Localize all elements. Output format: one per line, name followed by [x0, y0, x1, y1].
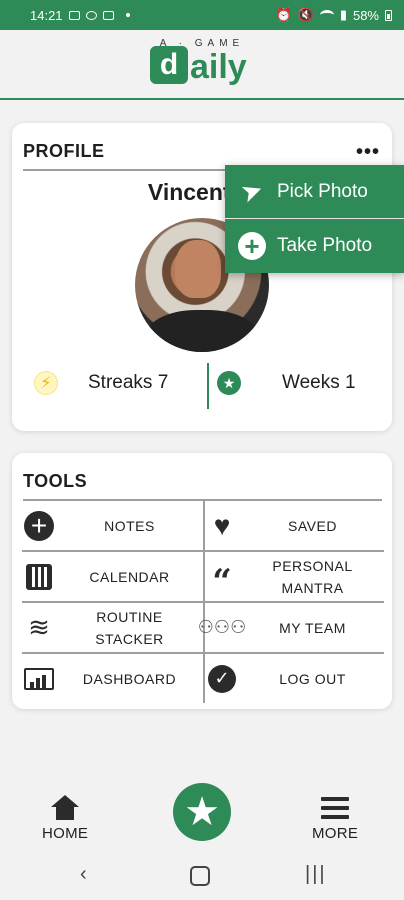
more-notifications-icon — [125, 13, 130, 17]
tool-routine-stacker[interactable]: ≋ ROUTINE STACKER — [22, 603, 203, 652]
profile-more-button[interactable]: ••• — [356, 141, 380, 164]
lightning-icon: ⚡ — [34, 371, 58, 395]
star-badge-icon: ★ — [217, 371, 241, 395]
pick-photo-label: Pick Photo — [277, 180, 368, 202]
avatar-face — [175, 240, 221, 298]
tools-title: TOOLS — [23, 471, 88, 491]
paper-plane-icon: ➤ — [236, 173, 268, 209]
tool-label: CALENDAR — [89, 568, 170, 585]
tool-label: LOG OUT — [279, 670, 346, 687]
hamburger-icon — [321, 795, 350, 821]
gallery-notification-icon — [102, 10, 114, 20]
back-icon[interactable]: ‹ — [80, 863, 87, 886]
battery-level: 58% — [352, 7, 379, 23]
tools-row: + NOTES ♥ SAVED — [22, 501, 384, 552]
home-button-icon[interactable] — [190, 866, 210, 886]
plus-circle-icon: + — [24, 510, 54, 541]
take-photo-menu-item[interactable]: + Take Photo — [225, 219, 404, 273]
tool-label: MY TEAM — [279, 619, 346, 636]
tool-personal-mantra[interactable]: “ PERSONAL MANTRA — [205, 552, 386, 601]
tools-row: CALENDAR “ PERSONAL MANTRA — [22, 552, 384, 603]
streaks-stat: ⚡ Streaks 7 — [34, 363, 168, 403]
tool-dashboard[interactable]: DASHBOARD — [22, 654, 203, 703]
bottom-navigation: HOME ★ MORE — [0, 775, 404, 855]
dashboard-icon — [24, 667, 54, 690]
heart-icon: ♥ — [213, 509, 231, 541]
app-logo: d aily — [150, 46, 247, 84]
nav-center-star-button[interactable]: ★ — [173, 783, 231, 841]
pick-photo-menu-item[interactable]: ➤ Pick Photo — [225, 165, 404, 219]
tool-label: NOTES — [104, 517, 155, 534]
logo-mark: d — [150, 46, 188, 84]
nav-home-label: HOME — [42, 825, 89, 842]
tool-calendar[interactable]: CALENDAR — [22, 552, 203, 601]
nav-home[interactable]: HOME — [42, 795, 88, 842]
take-photo-label: Take Photo — [277, 235, 373, 256]
status-bar: 14:21 ⏰ 🔇 ▮ 58% — [0, 0, 404, 30]
alarm-icon: ⏰ — [275, 7, 292, 22]
tool-label: ROUTINE STACKER — [95, 608, 164, 647]
tool-my-team[interactable]: ⚇⚇⚇ MY TEAM — [198, 603, 386, 652]
system-navigation-bar: ‹ ||| — [0, 855, 404, 900]
photo-popup-menu: ➤ Pick Photo + Take Photo — [225, 165, 404, 273]
avatar-shirt — [145, 310, 259, 352]
check-circle-icon: ✓ — [208, 664, 236, 693]
quote-icon: “ — [212, 561, 232, 602]
logo-text: aily — [190, 48, 247, 86]
weeks-label: Weeks 1 — [282, 372, 356, 393]
plus-circle-icon: + — [238, 232, 266, 260]
streaks-label: Streaks 7 — [88, 372, 169, 393]
nav-more[interactable]: MORE — [312, 795, 358, 842]
mute-icon: 🔇 — [297, 7, 314, 22]
recents-icon[interactable]: ||| — [305, 863, 327, 886]
wifi-icon — [319, 10, 334, 20]
tools-grid: + NOTES ♥ SAVED CALENDAR “ PERSONAL MANT… — [22, 501, 384, 705]
status-time: 14:21 — [30, 7, 63, 23]
tools-row: DASHBOARD ✓ LOG OUT — [22, 654, 384, 705]
profile-title: PROFILE — [23, 141, 105, 161]
stats-divider — [207, 363, 209, 409]
tool-label: PERSONAL MANTRA — [272, 557, 353, 596]
home-icon — [51, 795, 80, 821]
tool-notes[interactable]: + NOTES — [22, 501, 203, 550]
profile-stats: ⚡ Streaks 7 ★ Weeks 1 — [12, 363, 392, 413]
tools-card: TOOLS + NOTES ♥ SAVED CALENDAR “ PERSONA… — [12, 453, 392, 709]
weeks-stat: ★ Weeks 1 — [217, 363, 356, 403]
tool-log-out[interactable]: ✓ LOG OUT — [205, 654, 386, 703]
calendar-icon — [26, 563, 52, 590]
tool-label: DASHBOARD — [82, 670, 177, 687]
image-notification-icon — [68, 10, 80, 20]
signal-icon: ▮ — [339, 7, 347, 22]
header-divider — [0, 98, 404, 100]
tools-row: ≋ ROUTINE STACKER ⚇⚇⚇ MY TEAM — [22, 603, 384, 654]
nav-more-label: MORE — [312, 825, 359, 842]
tool-label: SAVED — [288, 517, 337, 534]
star-icon: ★ — [184, 790, 220, 834]
app-header: A · GAME d aily — [0, 30, 404, 100]
whatsapp-notification-icon — [85, 10, 97, 20]
battery-icon — [385, 9, 392, 21]
layers-icon: ≋ — [28, 612, 50, 642]
tool-saved[interactable]: ♥ SAVED — [205, 501, 386, 550]
